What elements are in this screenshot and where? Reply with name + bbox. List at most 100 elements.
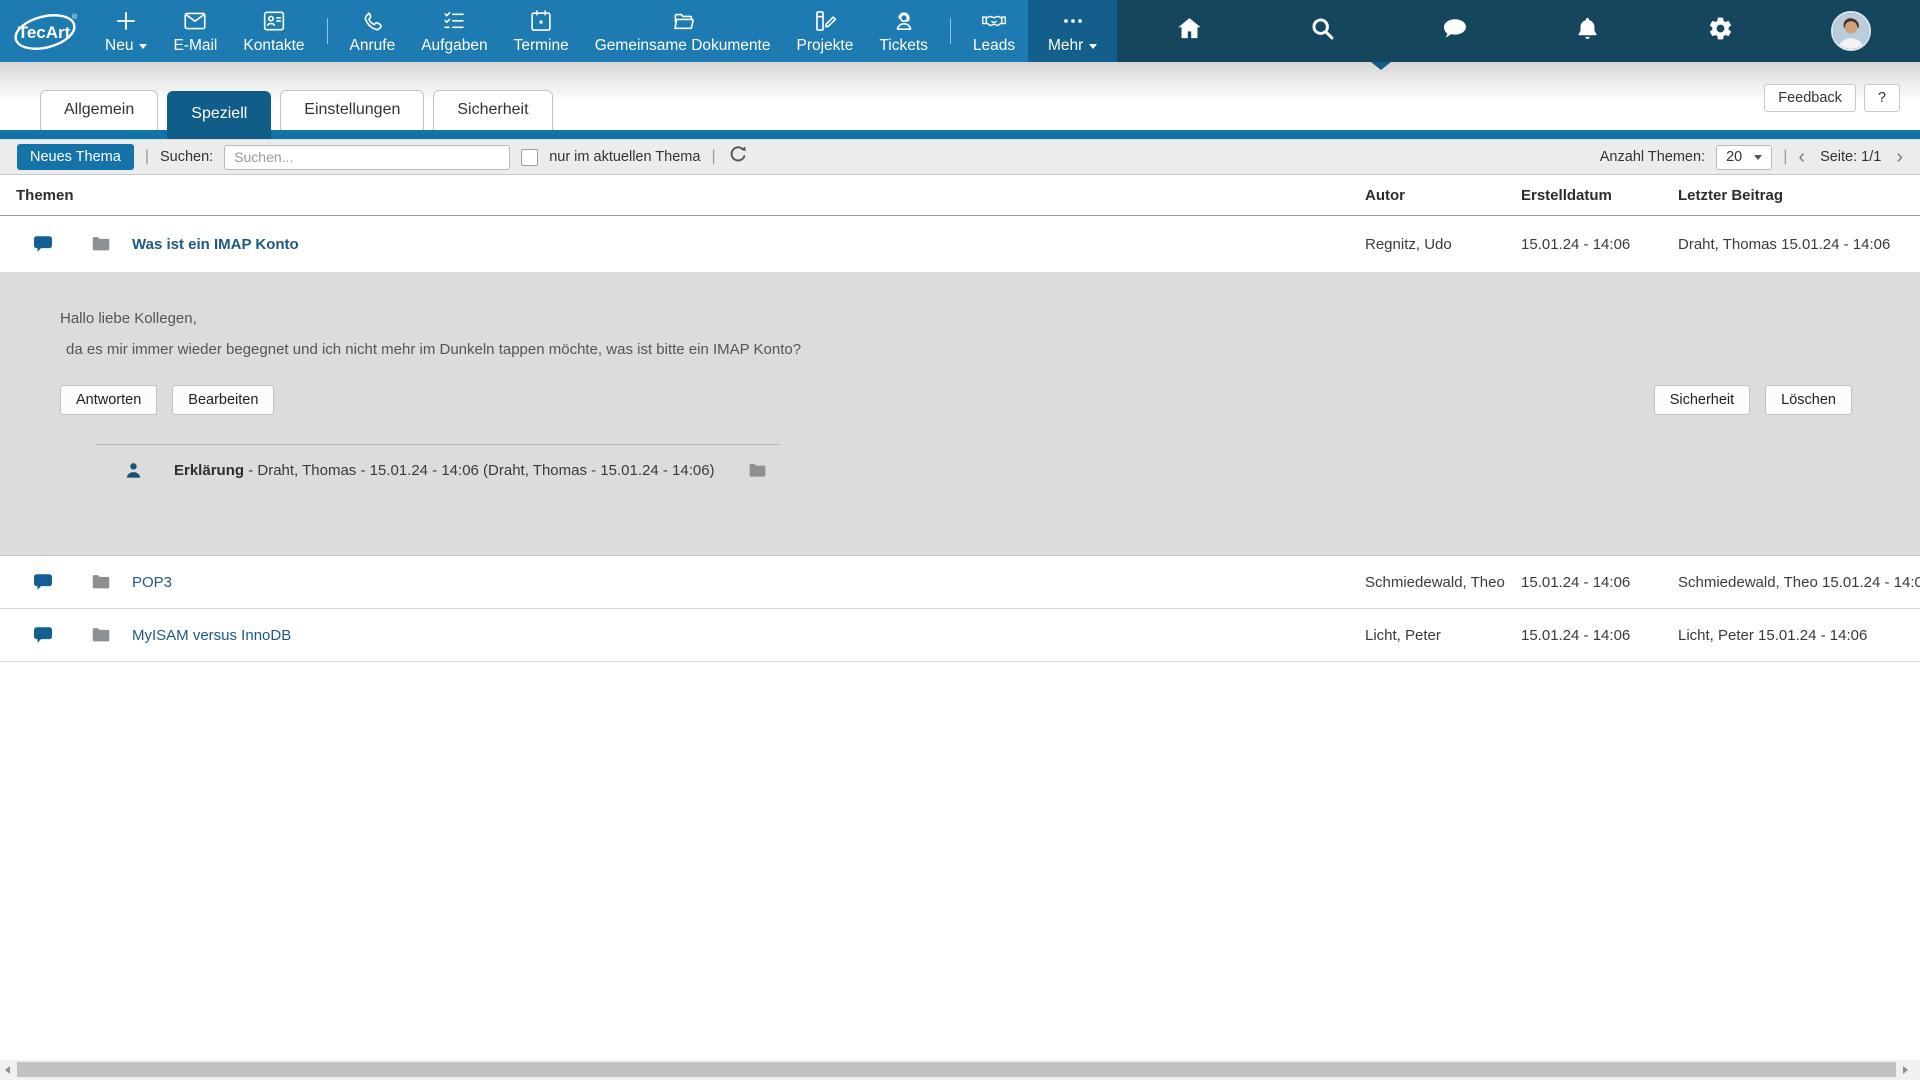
topic-link[interactable]: POP3 — [132, 574, 172, 591]
scroll-left-arrow[interactable] — [0, 1060, 15, 1080]
topic-bubble-icon — [32, 233, 54, 255]
pager: ‹ Seite: 1/1 › — [1798, 147, 1903, 167]
nav-item-dokumente[interactable]: Gemeinsame Dokumente — [582, 0, 784, 62]
chat-bubble-icon — [1441, 15, 1469, 48]
topic-folder-icon[interactable] — [90, 233, 112, 255]
app-header: TecArt ® Neu E-Mail Kontakte Anrufe Aufg… — [0, 0, 1920, 62]
toolbar-separator: | — [1783, 148, 1788, 165]
nav-item-kontakte[interactable]: Kontakte — [230, 0, 317, 62]
topic-last-post: Licht, Peter 15.01.24 - 14:06 — [1678, 626, 1868, 644]
topic-count-select[interactable]: 20 — [1716, 144, 1773, 170]
support-headset-icon — [891, 6, 917, 36]
caret-down-icon — [1754, 154, 1763, 160]
question-mark-button[interactable]: ? — [1863, 84, 1900, 112]
calendar-icon — [528, 6, 554, 36]
topic-bubble-icon — [32, 571, 54, 593]
column-header-author: Autor — [1365, 186, 1405, 204]
security-button[interactable]: Sicherheit — [1653, 385, 1751, 415]
nav-item-projekte[interactable]: Projekte — [783, 0, 866, 62]
topic-link[interactable]: MyISAM versus InnoDB — [132, 627, 291, 644]
table-row[interactable]: Was ist ein IMAP Konto Regnitz, Udo 15.0… — [0, 216, 1920, 272]
nav-item-aufgaben[interactable]: Aufgaben — [408, 0, 500, 62]
search-button[interactable] — [1299, 8, 1345, 54]
reply-button[interactable]: Antworten — [60, 385, 158, 415]
table-header: Themen Autor Erstelldatum Letzter Beitra… — [0, 175, 1920, 216]
nav-label-tickets: Tickets — [879, 37, 928, 54]
horizontal-scrollbar[interactable] — [0, 1060, 1920, 1080]
home-button[interactable] — [1167, 8, 1213, 54]
nav-label-dokumente: Gemeinsame Dokumente — [594, 37, 771, 54]
search-icon — [1309, 15, 1336, 47]
toolbar-separator: | — [144, 148, 149, 165]
chat-button[interactable] — [1432, 8, 1478, 54]
tab-sicherheit[interactable]: Sicherheit — [433, 90, 553, 130]
tecart-logo[interactable]: TecArt ® — [0, 0, 92, 62]
reply-folder-icon[interactable] — [747, 460, 768, 481]
message-greeting: Hallo liebe Kollegen, — [60, 310, 197, 327]
reply-entry[interactable]: Erklärung - Draht, Thomas - 15.01.24 - 1… — [95, 444, 780, 481]
edit-button[interactable]: Bearbeiten — [172, 385, 275, 415]
topic-link[interactable]: Was ist ein IMAP Konto — [132, 236, 299, 253]
reply-meta: - Draht, Thomas - 15.01.24 - 14:06 (Drah… — [248, 462, 715, 479]
table-row[interactable]: POP3 Schmiedewald, Theo 15.01.24 - 14:06… — [0, 556, 1920, 609]
header-quick-icons — [1117, 0, 1920, 62]
nav-item-email[interactable]: E-Mail — [160, 0, 230, 62]
nav-separator — [326, 18, 328, 44]
topic-detail-panel: Hallo liebe Kollegen, da es mir immer wi… — [0, 272, 1920, 556]
caret-down-icon — [1089, 43, 1098, 49]
nav-item-tickets[interactable]: Tickets — [866, 0, 941, 62]
feedback-button[interactable]: Feedback — [1764, 84, 1856, 112]
notifications-button[interactable] — [1565, 8, 1611, 54]
refresh-button[interactable] — [727, 144, 749, 170]
topic-folder-icon[interactable] — [90, 571, 112, 593]
search-label: Suchen: — [159, 149, 214, 165]
topic-created: 15.01.24 - 14:06 — [1521, 573, 1631, 591]
tab-einstellungen[interactable]: Einstellungen — [280, 90, 425, 130]
reply-title[interactable]: Erklärung — [174, 462, 244, 479]
nav-item-anrufe[interactable]: Anrufe — [337, 0, 409, 62]
delete-button[interactable]: Löschen — [1765, 385, 1852, 415]
scroll-right-arrow[interactable] — [1898, 1060, 1913, 1080]
scrollbar-thumb[interactable] — [17, 1062, 1896, 1077]
only-current-topic-label: nur im aktuellen Thema — [549, 149, 701, 165]
gear-icon — [1707, 15, 1734, 47]
topic-count-label: Anzahl Themen: — [1599, 149, 1706, 165]
nav-label-kontakte: Kontakte — [243, 37, 305, 54]
triangle-right-icon — [1903, 1066, 1908, 1074]
nav-label-mehr: Mehr — [1047, 37, 1084, 54]
new-topic-button[interactable]: Neues Thema — [17, 144, 134, 170]
projects-icon — [812, 6, 838, 36]
envelope-icon — [182, 6, 208, 36]
tab-speziell[interactable]: Speziell — [167, 91, 272, 139]
column-header-topic: Themen — [16, 186, 74, 204]
nav-item-termine[interactable]: Termine — [501, 0, 582, 62]
only-current-topic-checkbox[interactable] — [521, 148, 539, 166]
column-header-last-post: Letzter Beitrag — [1678, 186, 1784, 204]
svg-text:®: ® — [72, 13, 78, 21]
topic-author: Licht, Peter — [1365, 626, 1441, 644]
nav-label-email: E-Mail — [173, 37, 218, 54]
page-indicator: Seite: 1/1 — [1820, 149, 1882, 165]
search-input[interactable] — [224, 144, 511, 170]
topic-author: Regnitz, Udo — [1365, 235, 1452, 253]
tab-allgemein[interactable]: Allgemein — [40, 90, 159, 130]
nav-item-leads[interactable]: Leads — [960, 0, 1028, 62]
refresh-icon — [727, 144, 749, 170]
contact-card-icon — [261, 6, 287, 36]
tabs: Allgemein Speziell Einstellungen Sicherh… — [40, 90, 562, 139]
main-nav: Neu E-Mail Kontakte Anrufe Aufgaben Term… — [92, 0, 1118, 62]
prev-page-button[interactable]: ‹ — [1798, 147, 1805, 167]
settings-button[interactable] — [1698, 8, 1744, 54]
user-avatar[interactable] — [1830, 11, 1871, 51]
phone-icon — [359, 6, 385, 36]
topic-folder-icon[interactable] — [90, 624, 112, 646]
nav-label-termine: Termine — [513, 37, 569, 54]
nav-item-neu[interactable]: Neu — [92, 0, 160, 62]
nav-label-anrufe: Anrufe — [349, 37, 396, 54]
nav-item-mehr[interactable]: Mehr — [1028, 0, 1118, 62]
table-row[interactable]: MyISAM versus InnoDB Licht, Peter 15.01.… — [0, 609, 1920, 662]
svg-text:TecArt: TecArt — [18, 23, 71, 42]
column-header-created: Erstelldatum — [1521, 186, 1612, 204]
topic-last-post: Draht, Thomas 15.01.24 - 14:06 — [1678, 235, 1891, 253]
next-page-button[interactable]: › — [1896, 147, 1903, 167]
